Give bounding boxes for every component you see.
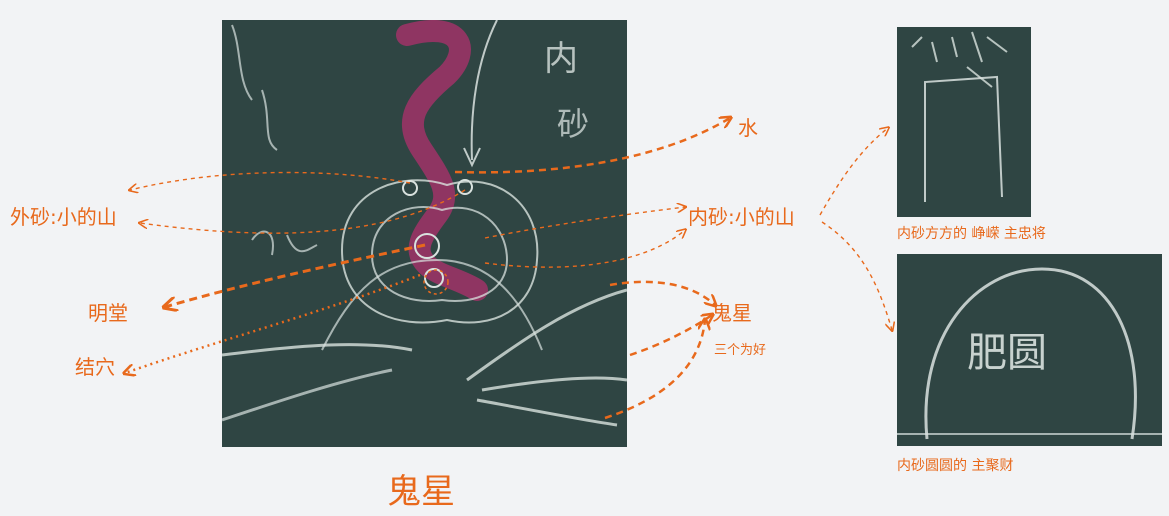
round-sand-arrow bbox=[821, 221, 892, 330]
chalk-ghost-star-stroke bbox=[481, 376, 627, 392]
ghost-star-label: 鬼星 bbox=[712, 301, 752, 325]
chalk-arrow-line bbox=[470, 20, 498, 161]
ghost-star-note: 三个为好 bbox=[714, 343, 767, 358]
right-top-caption: 内砂方方的 峥嵘 主忠将 bbox=[897, 226, 1046, 242]
bottom-title: 鬼星 bbox=[387, 472, 455, 512]
ghost-star-arrow-middle bbox=[629, 315, 712, 357]
chalk-ghost-star-stroke bbox=[222, 368, 393, 422]
right-bottom-board-photo: 肥圆 bbox=[897, 254, 1162, 446]
acupoint-label: 结穴 bbox=[75, 355, 115, 379]
chalk-round-text: 肥圆 bbox=[967, 330, 1047, 376]
chalk-glyph: 内 bbox=[544, 39, 578, 79]
right-top-board-photo bbox=[897, 27, 1031, 217]
chalk-ghost-star-stroke bbox=[476, 398, 618, 427]
inner-sand-label: 内砂:小的山 bbox=[688, 205, 795, 229]
water-label: 水 bbox=[738, 116, 758, 140]
chalk-circle bbox=[402, 180, 418, 196]
chalk-scribble bbox=[251, 230, 318, 256]
chalk-ghost-star-stroke bbox=[466, 288, 627, 382]
chalk-square-shape bbox=[924, 75, 1003, 202]
right-bottom-caption: 内砂圆圆的 主聚财 bbox=[897, 458, 1014, 474]
chalk-glyph: 砂 bbox=[557, 105, 589, 143]
bright-hall-label: 明堂 bbox=[88, 301, 128, 325]
outer-sand-label: 外砂:小的山 bbox=[10, 205, 117, 229]
main-board-photo: 内 砂 bbox=[222, 20, 627, 447]
square-sand-arrow bbox=[819, 128, 888, 216]
chalk-scribble bbox=[231, 24, 278, 151]
magenta-chalk-stroke bbox=[396, 20, 488, 301]
chalk-ghost-star-stroke bbox=[222, 343, 413, 357]
